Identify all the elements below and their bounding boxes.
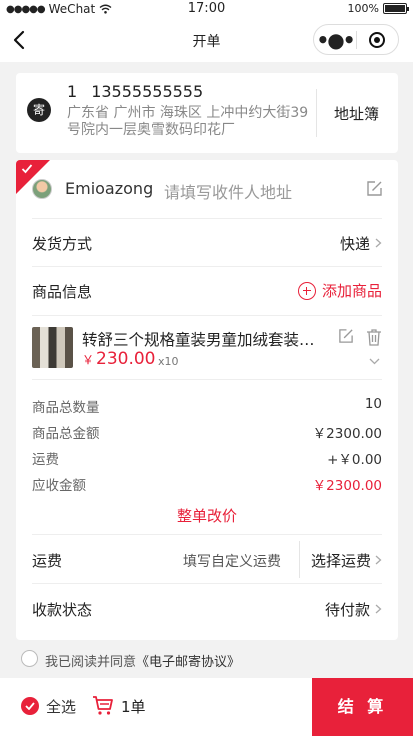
avatar [32, 179, 52, 199]
bottom-bar: 全选 1单 结 算 [0, 678, 413, 736]
summary-label: 运费 [32, 452, 59, 468]
goods-info-row: 商品信息 添加商品 [32, 266, 382, 314]
chevron-right-icon [375, 555, 382, 565]
summary-value: 10 [364, 396, 382, 412]
sender-badge: 寄 [27, 98, 51, 122]
sender-name: 1 [67, 82, 78, 101]
cart-icon[interactable] [92, 694, 114, 716]
more-icon[interactable]: •●• [314, 30, 356, 50]
select-all-checkbox[interactable] [21, 697, 39, 715]
choose-freight-button[interactable]: 选择运费 [311, 550, 371, 571]
summary-label: 商品总数量 [32, 400, 100, 416]
product-price-value: 230.00 [96, 349, 156, 369]
sender-phone: 13555555555 [91, 82, 204, 101]
chevron-right-icon [375, 604, 382, 614]
edit-product-icon[interactable] [338, 328, 354, 344]
shipping-method-value: 快递 [339, 235, 370, 253]
currency-symbol: ￥ [82, 353, 95, 367]
receivable-amount: ￥2300.00 [312, 478, 382, 494]
sender-name-phone: 1 13555555555 [67, 82, 203, 101]
payment-status-label: 收款状态 [32, 601, 93, 619]
agreement-prefix: 我已阅读并同意 [45, 655, 137, 670]
battery-group: 100% [347, 2, 409, 15]
address-book-button[interactable]: 地址簿 [334, 103, 379, 124]
shipping-method-row[interactable]: 发货方式 快递 [32, 218, 382, 266]
order-count: 1单 [121, 698, 146, 716]
mini-program-capsule: •●• [313, 24, 399, 55]
product-thumbnail [32, 327, 73, 368]
summary-value: ￥2300.00 [312, 426, 382, 442]
add-product-label: 添加商品 [321, 282, 382, 300]
summary-label: 应收金额 [32, 478, 86, 494]
add-product-button[interactable]: 添加商品 [297, 280, 382, 301]
chevron-down-icon[interactable] [369, 358, 380, 365]
freight-label: 运费 [32, 552, 63, 570]
payment-status-value: 待付款 [324, 601, 370, 619]
sender-divider [316, 89, 317, 137]
receiver-address-placeholder[interactable]: 请填写收件人地址 [164, 179, 292, 203]
chevron-right-icon [375, 238, 382, 248]
plus-circle-icon [297, 281, 316, 300]
summary-row: 应收金额 ￥2300.00 [32, 474, 382, 494]
receiver-name: Emioazong [65, 179, 154, 198]
product-price: ￥ 230.00 [82, 349, 156, 369]
summary-value: +￥0.00 [327, 452, 382, 468]
settle-button[interactable]: 结 算 [312, 678, 413, 736]
goods-info-label: 商品信息 [32, 283, 93, 301]
summary-row: 商品总金额 ￥2300.00 [32, 422, 382, 442]
select-all-label[interactable]: 全选 [46, 696, 76, 717]
agreement-text: 我已阅读并同意《电子邮寄协议》 [45, 651, 240, 670]
edit-icon[interactable] [366, 180, 383, 197]
product-item[interactable]: 转舒三个规格童装男童加绒套装新款 ￥ 230.00 x10 [32, 315, 382, 379]
freight-divider [299, 541, 300, 578]
receiver-row[interactable]: Emioazong 请填写收件人地址 [16, 160, 398, 218]
reprice-button[interactable]: 整单改价 [32, 505, 382, 526]
freight-row: 运费 填写自定义运费 选择运费 [32, 534, 382, 583]
sender-address: 广东省 广州市 海珠区 上冲中约大街39号院内一层奥雪数码印花厂 [67, 105, 309, 138]
close-mini-program-button[interactable] [357, 31, 398, 49]
custom-freight-input[interactable]: 填写自定义运费 [183, 551, 281, 571]
battery-icon [383, 3, 409, 14]
product-quantity: x10 [158, 355, 179, 368]
target-close-icon [369, 31, 386, 48]
nav-bar: 开单 •●• [0, 18, 413, 62]
trash-icon[interactable] [366, 328, 382, 346]
agreement-link[interactable]: 《电子邮寄协议》 [136, 655, 240, 670]
order-card: Emioazong 请填写收件人地址 发货方式 快递 商品信息 添加商品 转舒三… [16, 160, 398, 640]
agreement-bar: 我已阅读并同意《电子邮寄协议》 [0, 640, 413, 678]
summary-row: 商品总数量 10 [32, 396, 382, 416]
check-icon [25, 702, 35, 710]
agreement-checkbox[interactable] [21, 650, 38, 667]
summary-row: 运费 +￥0.00 [32, 448, 382, 468]
sender-card[interactable]: 寄 1 13555555555 广东省 广州市 海珠区 上冲中约大街39号院内一层… [16, 73, 398, 153]
summary-label: 商品总金额 [32, 426, 100, 442]
battery-fill [385, 5, 405, 12]
shipping-method-label: 发货方式 [32, 235, 93, 253]
battery-percent: 100% [347, 2, 379, 15]
order-summary: 商品总数量 10 商品总金额 ￥2300.00 运费 +￥0.00 应收金额 ￥… [32, 379, 382, 533]
payment-status-row[interactable]: 收款状态 待付款 [32, 583, 382, 632]
product-name: 转舒三个规格童装男童加绒套装新款 [82, 331, 327, 349]
status-bar: ●●●●● WeChat 17:00 100% [0, 0, 413, 18]
